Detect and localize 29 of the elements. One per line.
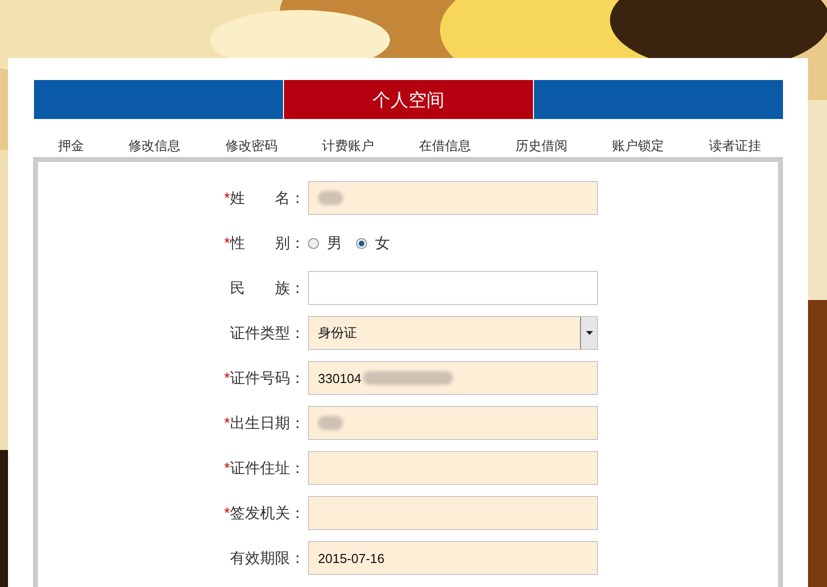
field-label: *性 别： — [223, 234, 305, 253]
field-label: 证件类型： — [229, 324, 305, 343]
field-label: *姓 名： — [223, 189, 305, 208]
input-field[interactable]: 330104 — [308, 361, 598, 395]
nav-tab[interactable]: 修改密码 — [225, 137, 278, 157]
nav-tab[interactable]: 修改信息 — [128, 137, 181, 157]
nav-tab[interactable]: 在借信息 — [418, 137, 471, 157]
field-label: *签发机关： — [223, 504, 305, 523]
nav-tab[interactable]: 计费账户 — [322, 137, 374, 157]
input-field[interactable] — [308, 451, 598, 485]
input-field[interactable] — [308, 496, 598, 530]
page-title: 个人空间 — [283, 80, 533, 119]
field-label: 民 族： — [229, 279, 305, 298]
field-label: 有效期限： — [229, 549, 305, 568]
nav-tab[interactable]: 读者证挂 — [708, 137, 761, 157]
field-label: *证件住址： — [223, 459, 305, 478]
input-field[interactable] — [308, 406, 598, 440]
nav-tab[interactable]: 历史借阅 — [516, 137, 568, 157]
field-label: *证件号码： — [223, 369, 305, 388]
field-label: *出生日期： — [223, 414, 305, 433]
nav-tab[interactable]: 押金 — [58, 137, 84, 157]
input-field[interactable] — [308, 181, 598, 215]
nav-tab[interactable]: 账户锁定 — [612, 137, 664, 157]
select-field[interactable]: 身份证 — [308, 316, 598, 350]
caret-icon — [586, 331, 592, 335]
radio-option[interactable]: 女 — [356, 234, 390, 253]
input-field[interactable]: 2015-07-16 — [308, 541, 598, 575]
input-field[interactable] — [308, 271, 598, 305]
radio-option[interactable]: 男 — [308, 234, 342, 253]
